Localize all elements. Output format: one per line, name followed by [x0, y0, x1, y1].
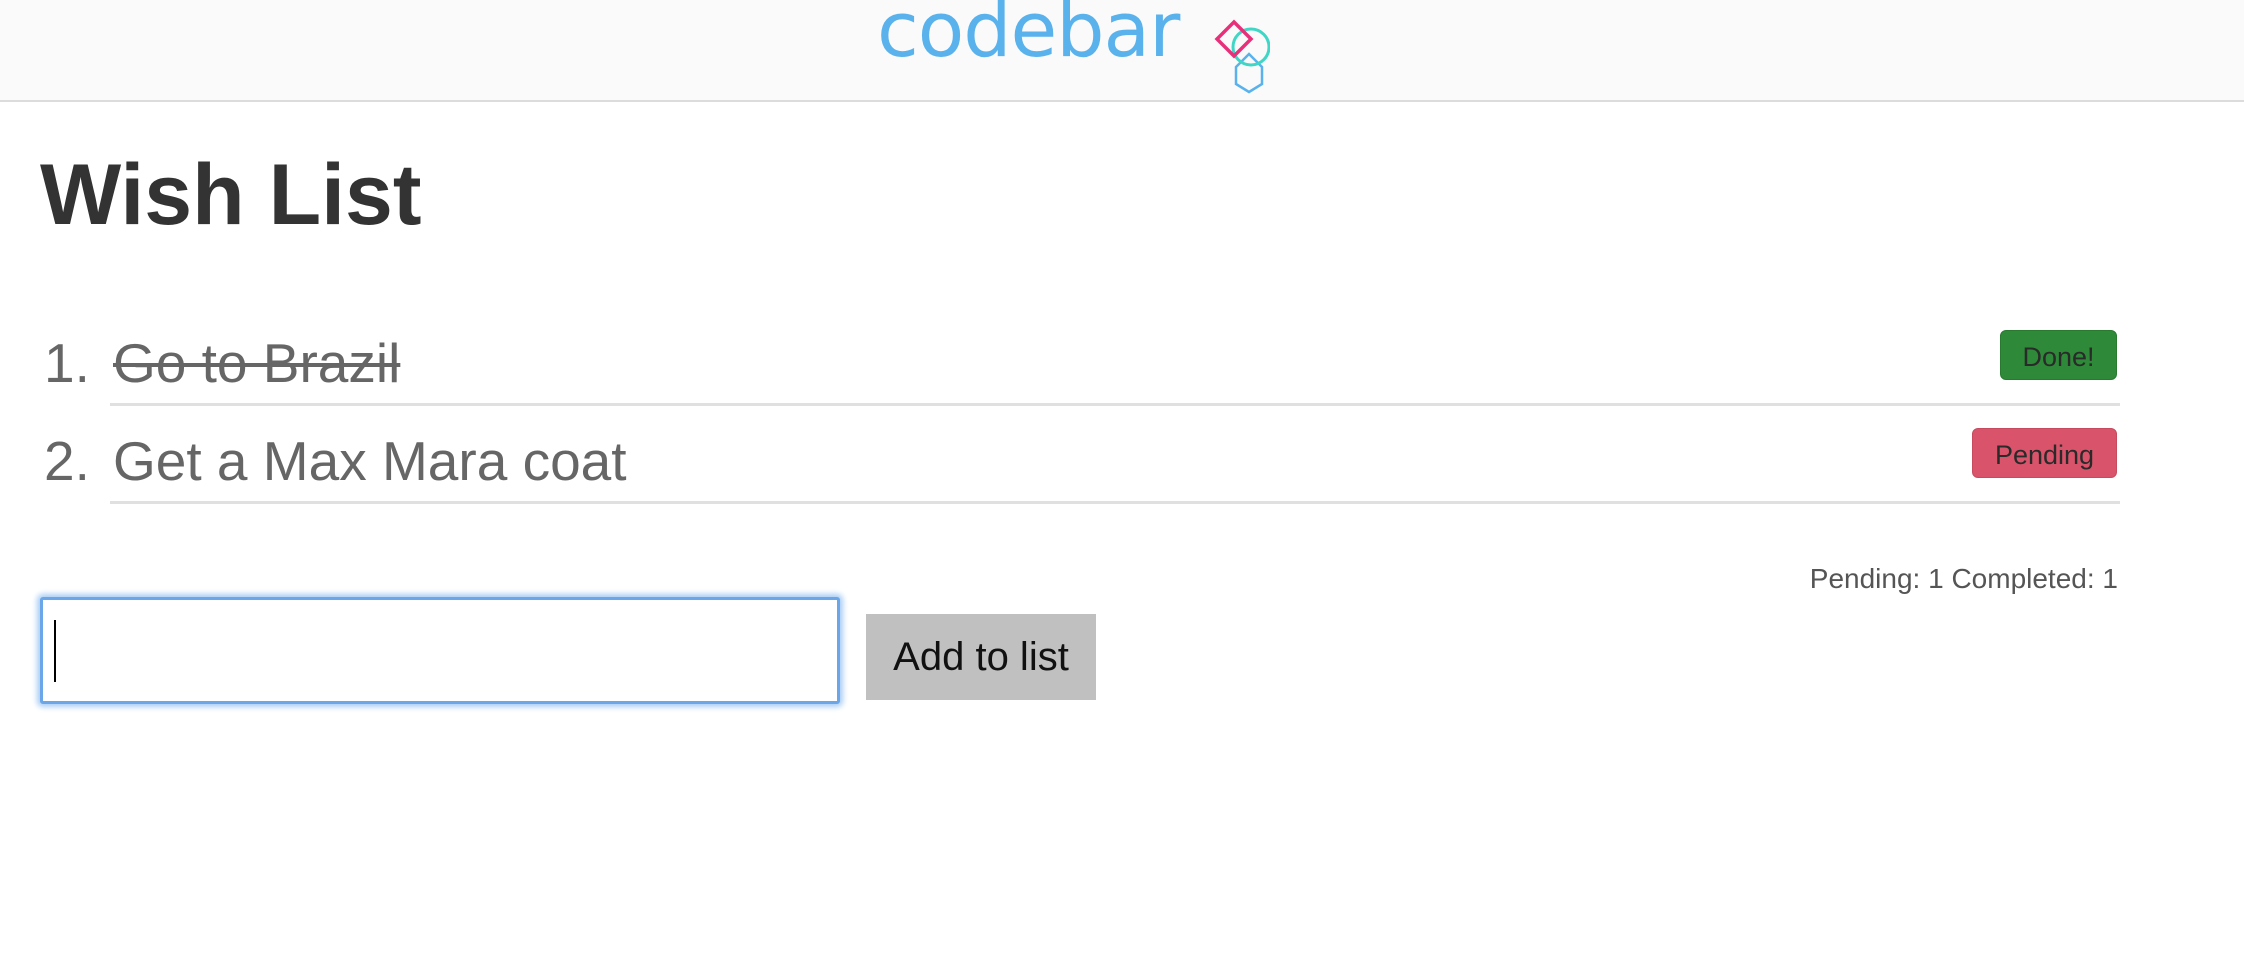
done-button[interactable]: Done!	[2000, 330, 2117, 380]
add-to-list-button[interactable]: Add to list	[866, 614, 1096, 700]
page-title: Wish List	[40, 147, 422, 243]
item-divider	[110, 403, 2120, 406]
item-divider	[110, 501, 2120, 504]
text-caret	[54, 620, 56, 682]
item-number: 2.	[44, 430, 90, 492]
wish-input[interactable]	[40, 597, 840, 704]
logo-mark-icon	[1214, 19, 1270, 94]
pending-button[interactable]: Pending	[1972, 428, 2117, 478]
status-counter: Pending: 1 Completed: 1	[1809, 563, 2118, 594]
site-header: codebar	[0, 0, 2244, 102]
logo-text: codebar	[877, 0, 1180, 74]
item-text: Get a Max Mara coat	[113, 430, 627, 492]
item-text: Go to Brazil	[113, 332, 401, 394]
item-number: 1.	[44, 332, 90, 394]
